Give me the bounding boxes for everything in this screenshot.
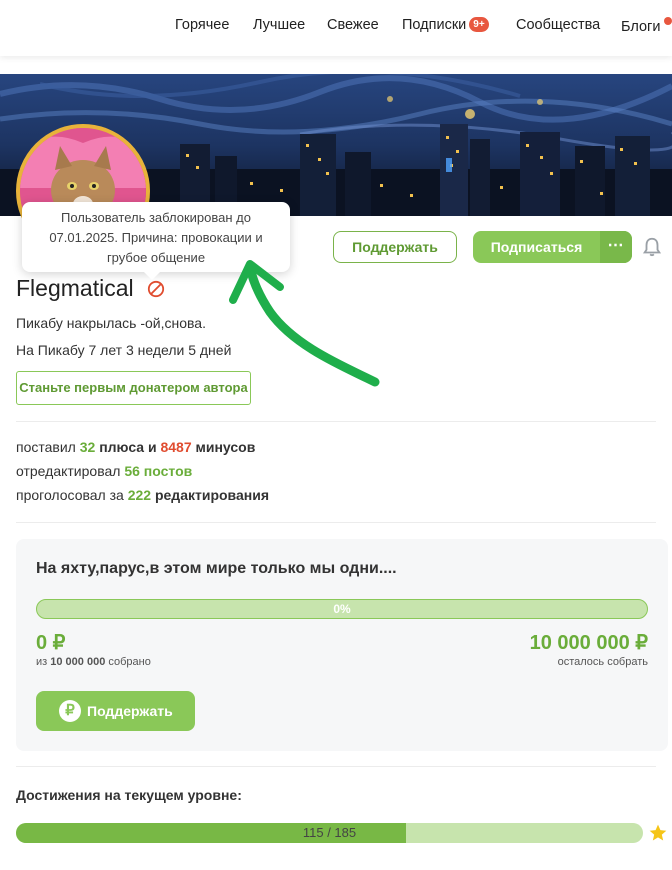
achievements-title: Достижения на текущем уровне: [16, 787, 242, 803]
ban-tooltip-text: Пользователь заблокирован до 07.01.2025.… [49, 210, 263, 265]
stat-text: минусов [195, 439, 256, 455]
nav-item-hot[interactable]: Горячее [175, 17, 229, 33]
stat-text: плюса и [99, 439, 157, 455]
stat-edits: отредактировал 56 постов [16, 463, 192, 479]
more-options-button[interactable]: ⋯ [600, 231, 632, 263]
ruble-icon: ₽ [59, 700, 81, 722]
ban-tooltip: Пользователь заблокирован до 07.01.2025.… [22, 202, 290, 280]
subscribe-button[interactable]: Подписаться ⋯ [473, 231, 632, 263]
stat-votes: поставил 32 плюса и 8487 минусов [16, 439, 255, 455]
fundraiser-title: На яхту,парус,в этом мире только мы одни… [36, 560, 397, 577]
username: Flegmatical [16, 275, 134, 301]
edits-link[interactable]: постов [144, 463, 192, 479]
star-icon [649, 824, 667, 841]
notification-badge: 9+ [469, 17, 489, 32]
stat-text: редактирования [154, 487, 269, 503]
divider [16, 766, 656, 767]
achievements-progress-bar: 115 / 185 [16, 823, 643, 843]
achievements-progress-label: 115 / 185 [302, 825, 357, 840]
pluses-count: 32 [79, 439, 96, 455]
stat-text: отредактировал [16, 463, 121, 479]
divider [16, 421, 656, 422]
stat-text: проголосовал за [16, 487, 124, 503]
fundraiser-goal: 10 000 000 [50, 656, 106, 668]
fundraiser-card: На яхту,парус,в этом мире только мы одни… [16, 539, 668, 751]
caption-text: собрано [108, 656, 151, 668]
caption-text: из [36, 656, 48, 668]
edit-votes-count: 222 [127, 487, 152, 503]
fundraiser-remaining: 10 000 000 ₽ [529, 632, 648, 654]
top-navigation: Горячее Лучшее Свежее Подписки 9+ Сообщес… [0, 0, 672, 56]
divider [16, 522, 656, 523]
donate-first-button[interactable]: Станьте первым донатером автора [16, 371, 251, 405]
nav-item-blogs-label: Блоги [621, 19, 661, 35]
nav-item-communities[interactable]: Сообщества [516, 17, 600, 33]
fundraiser-raised: 0 ₽ [36, 632, 66, 654]
stat-edit-votes: проголосовал за 222 редактирования [16, 487, 269, 503]
nav-item-blogs[interactable]: Блоги [621, 17, 672, 35]
new-dot-icon [664, 17, 672, 25]
nav-item-subscriptions-label: Подписки [402, 17, 467, 33]
nav-item-fresh[interactable]: Свежее [327, 17, 379, 33]
edits-count: 56 [124, 463, 140, 479]
fundraiser-support-button[interactable]: ₽ Поддержать [36, 691, 195, 731]
profile-tenure: На Пикабу 7 лет 3 недели 5 дней [16, 342, 232, 358]
fundraiser-progress-bar: 0% [36, 599, 648, 619]
fundraiser-support-label: Поддержать [87, 703, 173, 719]
minuses-count: 8487 [160, 439, 192, 455]
stat-text: поставил [16, 439, 76, 455]
support-author-button[interactable]: Поддержать [333, 231, 457, 263]
subscribe-button-label: Подписаться [490, 239, 583, 255]
fundraiser-raised-caption: из 10 000 000 собрано [36, 656, 151, 668]
profile-status: Пикабу накрылась -ой,снова. [16, 315, 206, 331]
blocked-icon [147, 280, 165, 298]
bell-icon[interactable] [641, 236, 663, 258]
fundraiser-remaining-caption: осталось собрать [557, 656, 648, 668]
nav-item-subscriptions[interactable]: Подписки 9+ [402, 17, 489, 33]
nav-item-best[interactable]: Лучшее [253, 17, 305, 33]
fundraiser-progress-label: 0% [333, 602, 351, 616]
